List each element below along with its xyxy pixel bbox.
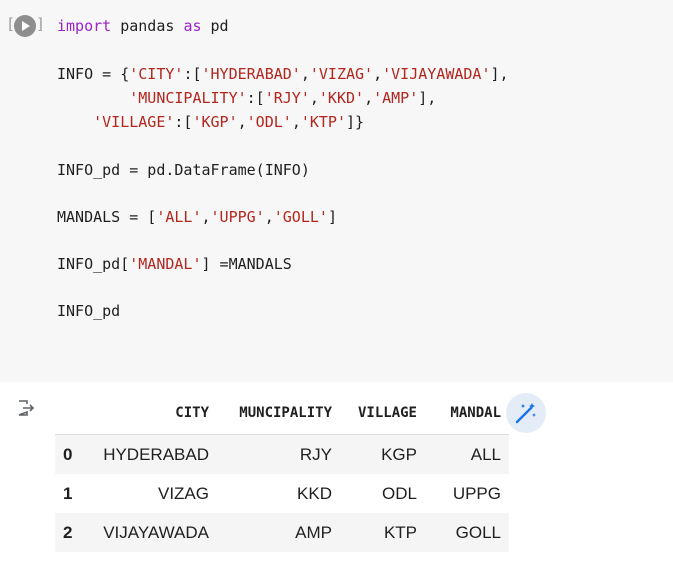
code-line: MANDALS = ['ALL','UPPG','GOLL'] [57, 207, 337, 227]
table-header-row: CITY MUNCIPALITY VILLAGE MANDAL [55, 392, 509, 435]
table-row: 2 VIJAYAWADA AMP KTP GOLL [55, 513, 509, 552]
code-string: 'CITY' [129, 65, 184, 83]
code-token: MANDALS = [ [57, 208, 157, 226]
code-string: 'KGP' [192, 113, 238, 131]
code-string: 'HYDERABAD' [201, 65, 301, 83]
output-arrow-icon[interactable] [17, 400, 35, 416]
code-token: , [201, 208, 211, 226]
code-token: , [373, 65, 383, 83]
code-token: :[ [246, 89, 265, 107]
code-token: ] [327, 208, 337, 226]
cell-city: HYDERABAD [91, 434, 217, 474]
row-index: 1 [55, 474, 91, 513]
cell-village: ODL [340, 474, 425, 513]
code-string: 'VIJAYAWADA' [382, 65, 491, 83]
code-string: 'UPPG' [210, 208, 265, 226]
cell-mandal: ALL [425, 434, 509, 474]
magic-wand-icon [515, 403, 536, 424]
code-token: INFO_pd = pd.DataFrame(INFO) [57, 161, 310, 179]
cell-muncipality: RJY [217, 434, 340, 474]
code-token: :[ [183, 65, 202, 83]
code-token: pandas [111, 17, 184, 35]
code-line: INFO_pd [57, 301, 120, 321]
code-string: 'KTP' [300, 113, 346, 131]
code-token: , [364, 89, 374, 107]
code-token: ]} [346, 113, 365, 131]
code-token: , [264, 208, 274, 226]
code-keyword: as [183, 17, 202, 35]
code-token: INFO = { [57, 65, 130, 83]
execution-count: [ ] [6, 14, 45, 40]
code-string: 'RJY' [264, 89, 310, 107]
cell-muncipality: AMP [217, 513, 340, 552]
code-token: , [300, 65, 310, 83]
convert-interactive-button[interactable] [506, 393, 546, 433]
code-line: INFO_pd = pd.DataFrame(INFO) [57, 160, 310, 180]
cell-muncipality: KKD [217, 474, 340, 513]
cell-city: VIJAYAWADA [91, 513, 217, 552]
code-line: 'MUNCIPALITY':['RJY','KKD','AMP'], [57, 88, 436, 108]
cell-mandal: UPPG [425, 474, 509, 513]
cell-village: KTP [340, 513, 425, 552]
code-string: 'ALL' [156, 208, 202, 226]
table-row: 1 VIZAG KKD ODL UPPG [55, 474, 509, 513]
code-token: ], [418, 89, 437, 107]
code-string: 'VILLAGE' [93, 113, 175, 131]
table-row: 0 HYDERABAD RJY KGP ALL [55, 434, 509, 474]
row-index: 0 [55, 434, 91, 474]
code-token: ], [490, 65, 509, 83]
code-token: INFO_pd [57, 302, 121, 320]
cell-village: KGP [340, 434, 425, 474]
code-line: INFO_pd['MANDAL'] =MANDALS [57, 254, 292, 274]
cell-mandal: GOLL [425, 513, 509, 552]
code-string: 'MUNCIPALITY' [129, 89, 247, 107]
header-muncipality: MUNCIPALITY [217, 392, 340, 435]
header-index [55, 392, 91, 435]
header-mandal: MANDAL [425, 392, 509, 435]
header-village: VILLAGE [340, 392, 425, 435]
code-token: pd [201, 17, 229, 35]
code-token: INFO_pd[ [57, 255, 130, 273]
code-token: , [291, 113, 301, 131]
code-string: 'MANDAL' [129, 255, 202, 273]
cell-city: VIZAG [91, 474, 217, 513]
code-line: import pandas as pd [57, 16, 229, 36]
code-cell[interactable]: [ ] import pandas as pd INFO = {'CITY':['… [0, 0, 673, 382]
row-index: 2 [55, 513, 91, 552]
run-cell-button[interactable] [14, 15, 36, 37]
code-token: , [237, 113, 247, 131]
code-token: :[ [174, 113, 193, 131]
code-string: 'GOLL' [273, 208, 328, 226]
code-string: 'VIZAG' [309, 65, 374, 83]
dataframe-table: CITY MUNCIPALITY VILLAGE MANDAL 0 HYDERA… [55, 392, 509, 552]
header-city: CITY [91, 392, 217, 435]
code-string: 'ODL' [246, 113, 292, 131]
code-line: 'VILLAGE':['KGP','ODL','KTP']} [57, 112, 364, 132]
code-token: ] =MANDALS [201, 255, 292, 273]
code-string: 'KKD' [318, 89, 365, 107]
code-token: , [309, 89, 319, 107]
code-string: 'AMP' [373, 89, 419, 107]
code-line: INFO = {'CITY':['HYDERABAD','VIZAG','VIJ… [57, 64, 509, 84]
code-keyword: import [57, 17, 112, 35]
